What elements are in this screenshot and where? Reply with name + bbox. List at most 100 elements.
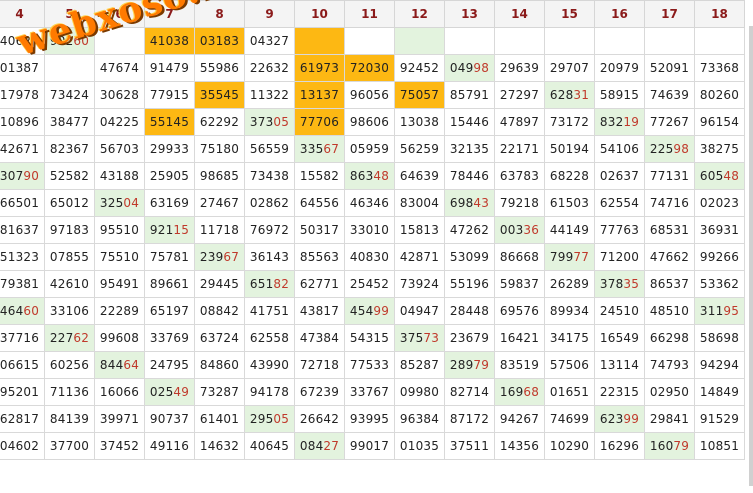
number-cell: 60256 — [44, 351, 95, 379]
number-cell: 39971 — [94, 405, 145, 433]
number-cell: 62292 — [194, 108, 245, 136]
number-cell: 50317 — [294, 216, 345, 244]
number-cell: 30628 — [94, 81, 145, 109]
table-row: 10896 38477 04225 55145 62292 37305 77706 98606… — [0, 108, 745, 136]
number-cell: 29841 — [644, 405, 695, 433]
number-cell: 37511 — [444, 432, 495, 460]
number-cell: 03183 — [194, 27, 245, 55]
number-cell: 42671 — [0, 135, 45, 163]
number-cell: 16079 — [644, 432, 695, 460]
number-cell: 14849 — [694, 378, 745, 406]
number-cell: 24510 — [594, 297, 645, 325]
number-cell: 25905 — [144, 162, 195, 190]
number-cell — [494, 27, 545, 55]
number-cell: 30790 — [0, 162, 45, 190]
number-cell: 04998 — [444, 54, 495, 82]
number-cell: 27467 — [194, 189, 245, 217]
number-cell — [394, 27, 445, 55]
number-cell: 64639 — [394, 162, 445, 190]
number-cell: 67239 — [294, 378, 345, 406]
number-cell: 45499 — [344, 297, 395, 325]
number-cell: 61401 — [194, 405, 245, 433]
number-cell: 81637 — [0, 216, 45, 244]
number-cell — [344, 27, 395, 55]
number-cell: 97183 — [44, 216, 95, 244]
number-cell: 01035 — [394, 432, 445, 460]
number-cell: 84464 — [94, 351, 145, 379]
number-cell: 31195 — [694, 297, 745, 325]
number-cell: 43990 — [244, 351, 295, 379]
number-cell: 58915 — [594, 81, 645, 109]
number-cell: 22598 — [644, 135, 695, 163]
number-cell: 74699 — [544, 405, 595, 433]
number-cell: 26289 — [544, 270, 595, 298]
number-cell: 24795 — [144, 351, 195, 379]
number-cell: 22289 — [94, 297, 145, 325]
number-cell: 92115 — [144, 216, 195, 244]
number-cell: 94294 — [694, 351, 745, 379]
number-cell: 83219 — [594, 108, 645, 136]
number-cell: 04327 — [244, 27, 295, 55]
number-cell: 46460 — [0, 297, 45, 325]
number-cell: 25452 — [344, 270, 395, 298]
table-row: 04602 37700 37452 49116 14632 40645 08427 99017… — [0, 432, 745, 460]
number-cell: 73287 — [194, 378, 245, 406]
number-cell: 33767 — [344, 378, 395, 406]
number-cell: 11718 — [194, 216, 245, 244]
vertical-scrollbar[interactable] — [749, 26, 753, 486]
number-cell: 04602 — [0, 432, 45, 460]
number-cell: 42871 — [394, 243, 445, 271]
number-cell: 22171 — [494, 135, 545, 163]
number-cell: 14356 — [494, 432, 545, 460]
number-cell: 56703 — [94, 135, 145, 163]
table-row: 51323 07855 75510 75781 23967 36143 85563 40830… — [0, 243, 745, 271]
number-cell: 04225 — [94, 108, 145, 136]
number-cell: 41038 — [144, 27, 195, 55]
number-cell: 37716 — [0, 324, 45, 352]
table-row: 17978 73424 30628 77915 35545 11322 13137 96056… — [0, 81, 745, 109]
number-cell: 98606 — [344, 108, 395, 136]
number-cell: 01651 — [544, 378, 595, 406]
number-cell: 52582 — [44, 162, 95, 190]
number-cell: 98685 — [194, 162, 245, 190]
number-cell: 16421 — [494, 324, 545, 352]
number-cell: 42610 — [44, 270, 95, 298]
number-cell: 10896 — [0, 108, 45, 136]
number-cell: 61973 — [294, 54, 345, 82]
table-row: 06615 60256 84464 24795 84860 43990 72718 77533… — [0, 351, 745, 379]
number-cell: 75510 — [94, 243, 145, 271]
number-cell: 79977 — [544, 243, 595, 271]
number-cell: 73924 — [394, 270, 445, 298]
number-cell: 33106 — [44, 297, 95, 325]
number-cell: 17978 — [0, 81, 45, 109]
number-cell: 93995 — [344, 405, 395, 433]
number-cell: 66501 — [0, 189, 45, 217]
number-cell: 95510 — [94, 216, 145, 244]
number-cell: 77131 — [644, 162, 695, 190]
number-cell: 87172 — [444, 405, 495, 433]
number-cell: 77706 — [294, 108, 345, 136]
number-cell: 77763 — [594, 216, 645, 244]
number-cell: 92452 — [394, 54, 445, 82]
number-cell: 77915 — [144, 81, 195, 109]
number-cell: 48510 — [644, 297, 695, 325]
number-cell: 02637 — [594, 162, 645, 190]
number-cell: 55986 — [194, 54, 245, 82]
number-cell: 35545 — [194, 81, 245, 109]
number-cell: 37305 — [244, 108, 295, 136]
column-header: 11 — [344, 0, 395, 28]
number-cell: 29707 — [544, 54, 595, 82]
number-cell: 08427 — [294, 432, 345, 460]
number-cell: 23967 — [194, 243, 245, 271]
number-cell: 02549 — [144, 378, 195, 406]
number-cell: 94267 — [494, 405, 545, 433]
number-cell: 76972 — [244, 216, 295, 244]
number-cell: 99017 — [344, 432, 395, 460]
number-cell: 09980 — [394, 378, 445, 406]
number-cell — [594, 27, 645, 55]
number-cell: 65012 — [44, 189, 95, 217]
number-cell: 65197 — [144, 297, 195, 325]
number-cell: 16066 — [94, 378, 145, 406]
number-cell: 40830 — [344, 243, 395, 271]
number-cell: 36143 — [244, 243, 295, 271]
